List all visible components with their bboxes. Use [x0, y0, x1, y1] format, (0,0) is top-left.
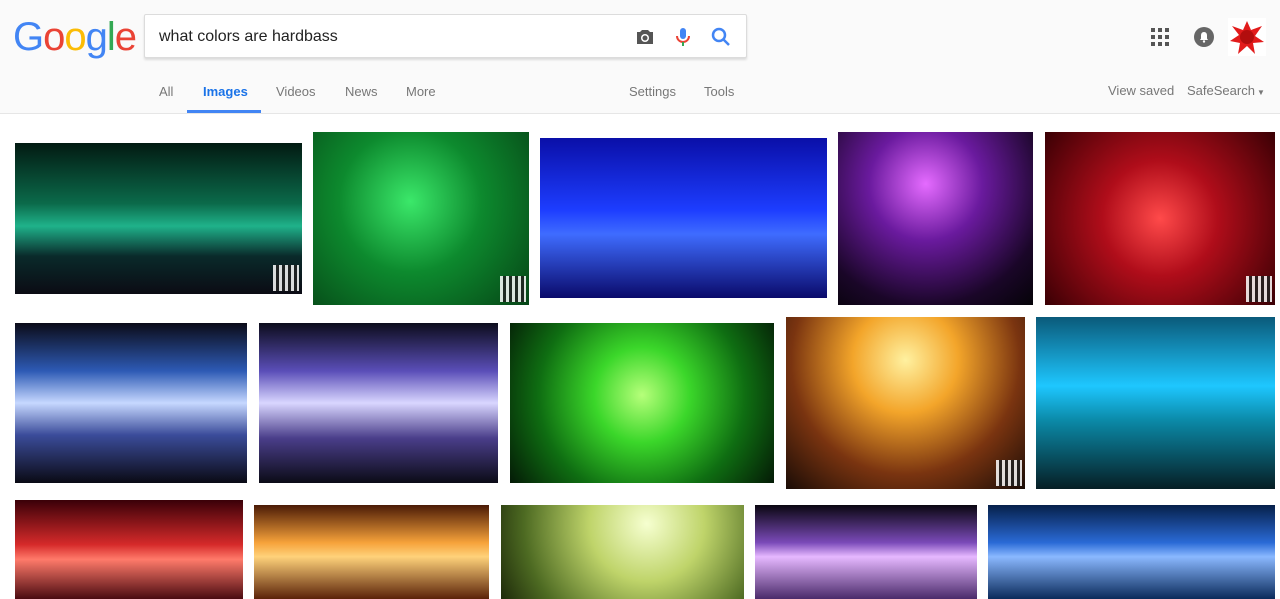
tab-images[interactable]: Images	[203, 84, 248, 99]
image-result[interactable]	[786, 317, 1025, 489]
watermark	[273, 265, 299, 291]
logo-letter-e: e	[114, 15, 137, 59]
camera-icon[interactable]	[633, 25, 657, 49]
watermark	[996, 460, 1022, 486]
search-tabs: All Images Videos News More Settings Too…	[0, 72, 1280, 114]
search-input[interactable]	[159, 25, 619, 49]
notifications-icon[interactable]	[1193, 26, 1215, 48]
logo-letter-g: G	[13, 15, 44, 59]
logo-letter-l: l	[106, 15, 116, 59]
apps-grid-icon[interactable]	[1151, 28, 1169, 46]
image-results-grid	[0, 114, 1280, 599]
header: Google All	[0, 0, 1280, 114]
tab-news[interactable]: News	[345, 84, 378, 99]
logo-letter-o2: o	[64, 15, 86, 59]
watermark	[500, 276, 526, 302]
logo-letter-g2: g	[85, 15, 108, 59]
image-result[interactable]	[755, 505, 977, 599]
chevron-down-icon: ▼	[1256, 88, 1265, 97]
microphone-icon[interactable]	[671, 25, 695, 49]
active-tab-indicator	[187, 110, 261, 113]
search-icon[interactable]	[709, 25, 733, 49]
safesearch-dropdown[interactable]: SafeSearch ▼	[1187, 83, 1265, 98]
image-result[interactable]	[838, 132, 1033, 305]
tab-settings[interactable]: Settings	[629, 84, 676, 99]
image-result[interactable]	[1045, 132, 1275, 305]
image-result[interactable]	[510, 323, 774, 483]
watermark	[1246, 276, 1272, 302]
image-result[interactable]	[15, 500, 243, 599]
avatar[interactable]	[1228, 18, 1266, 56]
image-result[interactable]	[313, 132, 529, 305]
image-result[interactable]	[254, 505, 489, 599]
image-result[interactable]	[540, 138, 827, 298]
safesearch-label: SafeSearch	[1187, 83, 1255, 98]
logo-letter-o1: o	[43, 15, 65, 59]
image-result[interactable]	[501, 505, 744, 599]
image-result[interactable]	[1036, 317, 1275, 489]
image-result[interactable]	[259, 323, 498, 483]
image-result[interactable]	[988, 505, 1275, 599]
image-result[interactable]	[15, 323, 247, 483]
tab-tools[interactable]: Tools	[704, 84, 734, 99]
google-logo[interactable]: Google	[13, 14, 137, 60]
tab-all[interactable]: All	[159, 84, 173, 99]
tab-videos[interactable]: Videos	[276, 84, 316, 99]
search-box	[144, 14, 747, 58]
tab-more[interactable]: More	[406, 84, 436, 99]
view-saved-link[interactable]: View saved	[1108, 83, 1174, 98]
image-result[interactable]	[15, 143, 302, 294]
